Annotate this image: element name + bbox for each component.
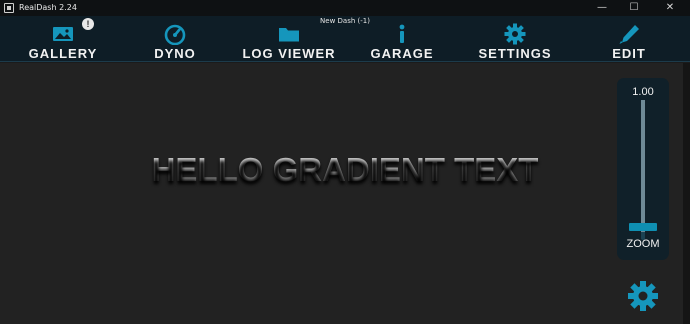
zoom-panel: 1.00 ZOOM [617, 78, 669, 260]
gallery-icon [53, 27, 73, 41]
nav-dyno[interactable]: DYNO [135, 16, 215, 62]
zoom-slider-handle[interactable] [629, 223, 657, 231]
pen-icon [619, 25, 639, 44]
nav-settings-label: SETTINGS [478, 46, 552, 61]
maximize-button[interactable]: ☐ [618, 0, 650, 16]
nav-gallery-label: GALLERY [28, 46, 98, 61]
speedometer-icon [164, 24, 186, 45]
gear-icon [504, 23, 526, 45]
dashboard-canvas[interactable]: HELLO GRADIENT TEXT [0, 63, 690, 324]
window-title-bar: RealDash 2.24 — ☐ ✕ [0, 0, 690, 16]
folder-icon [279, 28, 299, 42]
nav-dyno-label: DYNO [154, 46, 196, 61]
notification-badge[interactable]: ! [82, 18, 94, 30]
nav-gallery[interactable]: GALLERY [18, 16, 108, 62]
zoom-label: ZOOM [626, 238, 660, 250]
right-edge-strip [683, 63, 690, 324]
app-icon [4, 3, 14, 13]
nav-garage[interactable]: GARAGE [362, 16, 442, 62]
nav-settings[interactable]: SETTINGS [470, 16, 560, 62]
minimize-button[interactable]: — [586, 0, 618, 16]
gradient-text-gauge[interactable]: HELLO GRADIENT TEXT [0, 151, 690, 189]
nav-log-viewer[interactable]: LOG VIEWER [238, 16, 340, 62]
main-nav-bar: New Dash (-1) GALLERY ! DYNO LOG VIEWER … [0, 16, 690, 62]
dash-settings-button[interactable] [627, 280, 659, 312]
gear-icon [628, 281, 658, 311]
info-icon [399, 24, 405, 43]
gradient-text: HELLO GRADIENT TEXT [151, 151, 539, 188]
zoom-slider-fill [641, 100, 645, 232]
window-title: RealDash 2.24 [19, 3, 77, 12]
nav-edit-label: EDIT [612, 46, 646, 61]
nav-garage-label: GARAGE [370, 46, 434, 61]
zoom-value: 1.00 [632, 86, 654, 98]
close-button[interactable]: ✕ [654, 0, 686, 16]
nav-log-viewer-label: LOG VIEWER [242, 46, 336, 61]
nav-edit[interactable]: EDIT [598, 16, 660, 62]
